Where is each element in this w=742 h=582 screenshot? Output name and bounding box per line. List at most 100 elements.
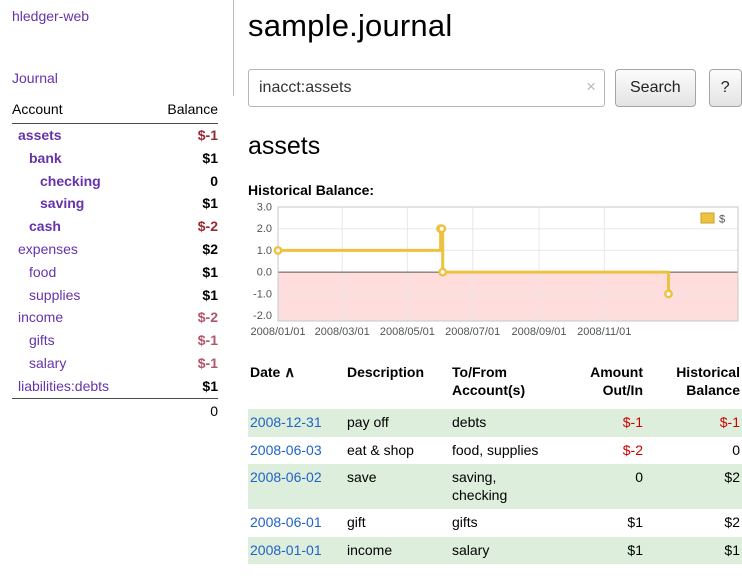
account-balance: $2	[147, 238, 218, 261]
transaction-amount: 0	[560, 464, 645, 509]
transaction-description: save	[345, 464, 450, 509]
svg-text:-1.0: -1.0	[253, 288, 272, 300]
account-link[interactable]: income	[18, 309, 63, 325]
transaction-description: pay off	[345, 409, 450, 437]
account-link[interactable]: liabilities:debts	[18, 378, 109, 394]
transaction-amount: $1	[560, 509, 645, 537]
account-balance: $-1	[147, 124, 218, 147]
transaction-accounts: salary	[450, 537, 560, 565]
register-table-body: 2008-12-31pay offdebts$-1$-12008-06-03ea…	[248, 409, 742, 564]
account-row: salary $-1	[12, 352, 218, 375]
transaction-date-link[interactable]: 2008-06-01	[250, 514, 322, 530]
account-row: income $-2	[12, 306, 218, 329]
account-link[interactable]: bank	[29, 150, 62, 166]
account-link[interactable]: supplies	[29, 287, 80, 303]
register-table: Date ∧ Description To/From Account(s) Am…	[248, 362, 742, 564]
transaction-description: income	[345, 537, 450, 565]
transaction-accounts: food, supplies	[450, 437, 560, 465]
register-row: 2008-12-31pay offdebts$-1$-1	[248, 409, 742, 437]
svg-text:2008/03/01: 2008/03/01	[315, 326, 370, 338]
transaction-date-link[interactable]: 2008-06-02	[250, 469, 322, 485]
account-column-header: Account	[12, 98, 147, 124]
app-title-link[interactable]: hledger-web	[12, 8, 89, 24]
svg-text:3.0: 3.0	[257, 203, 272, 214]
register-row: 2008-06-01giftgifts$1$2	[248, 509, 742, 537]
svg-text:2008/05/01: 2008/05/01	[380, 326, 435, 338]
account-row: checking 0	[12, 170, 218, 193]
transaction-description: gift	[345, 509, 450, 537]
transaction-date-link[interactable]: 2008-12-31	[250, 414, 322, 430]
account-heading: assets	[248, 132, 742, 161]
account-link[interactable]: checking	[40, 173, 101, 189]
svg-text:2008/11/01: 2008/11/01	[577, 326, 631, 338]
account-row: cash $-2	[12, 215, 218, 238]
tofrom-column-header: To/From Account(s)	[450, 362, 560, 409]
date-column-header[interactable]: Date ∧	[248, 362, 345, 409]
account-link[interactable]: assets	[18, 127, 62, 143]
account-balance: $-2	[147, 306, 218, 329]
svg-text:2008/07/01: 2008/07/01	[445, 326, 500, 338]
register-row: 2008-06-02 savesaving, checking0$2	[248, 464, 742, 509]
svg-text:2008/01/01: 2008/01/01	[250, 326, 305, 338]
sort-ascending-icon[interactable]: ∧	[284, 364, 295, 381]
transaction-amount: $1	[560, 537, 645, 565]
account-balance: $1	[147, 261, 218, 284]
transaction-amount: $-2	[560, 437, 645, 465]
historical-balance-chart: 3.02.01.00.0-1.0-2.02008/01/012008/03/01…	[248, 203, 742, 349]
transaction-accounts: debts	[450, 409, 560, 437]
account-link[interactable]: gifts	[29, 332, 55, 348]
account-row: bank $1	[12, 147, 218, 170]
account-link[interactable]: salary	[29, 355, 66, 371]
svg-text:2.0: 2.0	[257, 223, 272, 235]
total-balance: 0	[12, 398, 218, 423]
account-balance: $1	[147, 375, 218, 398]
transaction-historical-balance: 0	[645, 437, 742, 465]
svg-text:$: $	[719, 214, 725, 226]
total-row: 0	[12, 398, 218, 423]
help-button[interactable]: ?	[709, 69, 742, 107]
account-balance: $1	[147, 284, 218, 307]
account-table-body: assets$-1bank$1checking0saving$1cash$-2e…	[12, 124, 218, 399]
account-balance: $-1	[147, 352, 218, 375]
search-form: × Search ?	[248, 69, 742, 107]
account-link[interactable]: cash	[29, 218, 61, 234]
register-row: 2008-01-01incomesalary$1$1	[248, 537, 742, 565]
account-row: food $1	[12, 261, 218, 284]
svg-text:1.0: 1.0	[257, 245, 272, 257]
svg-text:0.0: 0.0	[257, 267, 272, 279]
search-box: ×	[248, 69, 605, 107]
clear-search-icon[interactable]: ×	[586, 78, 596, 95]
register-row: 2008-06-03eat & shopfood, supplies$-20	[248, 437, 742, 465]
balance-column-header: Balance	[147, 98, 218, 124]
account-balance: $1	[147, 147, 218, 170]
account-balance: $-1	[147, 329, 218, 352]
transaction-accounts: gifts	[450, 509, 560, 537]
account-balance: $-2	[147, 215, 218, 238]
page-title: sample.journal	[248, 8, 742, 44]
historical-balance-column-header: Historical Balance	[645, 362, 742, 409]
account-row: gifts $-1	[12, 329, 218, 352]
chart-title: Historical Balance:	[248, 182, 742, 198]
transaction-date-link[interactable]: 2008-01-01	[250, 542, 322, 558]
sidebar-item-journal[interactable]: Journal	[12, 70, 58, 86]
search-button[interactable]: Search	[615, 69, 696, 107]
account-link[interactable]: saving	[40, 195, 84, 211]
account-row: expenses $2	[12, 238, 218, 261]
search-input[interactable]	[248, 69, 605, 107]
account-row: saving$1	[12, 192, 218, 215]
transaction-date-link[interactable]: 2008-06-03	[250, 442, 322, 458]
description-column-header: Description	[345, 362, 450, 409]
transaction-historical-balance: $2	[645, 464, 742, 509]
transaction-amount: $-1	[560, 409, 645, 437]
chart-canvas: 3.02.01.00.0-1.0-2.02008/01/012008/03/01…	[248, 203, 742, 349]
transaction-historical-balance: $-1	[645, 409, 742, 437]
account-link[interactable]: food	[29, 264, 56, 280]
amount-column-header: Amount Out/In	[560, 362, 645, 409]
transaction-accounts: saving, checking	[450, 464, 560, 509]
account-link[interactable]: expenses	[18, 241, 78, 257]
account-table-header: Account Balance	[12, 98, 218, 124]
account-balance-table: Account Balance assets $-1 bank $1 checking 0…	[12, 98, 218, 423]
account-row: liabilities:debts $1	[12, 375, 218, 398]
main-content: sample.journal × Search ? assets Histori…	[248, 0, 742, 564]
account-balance: 0	[147, 170, 218, 193]
